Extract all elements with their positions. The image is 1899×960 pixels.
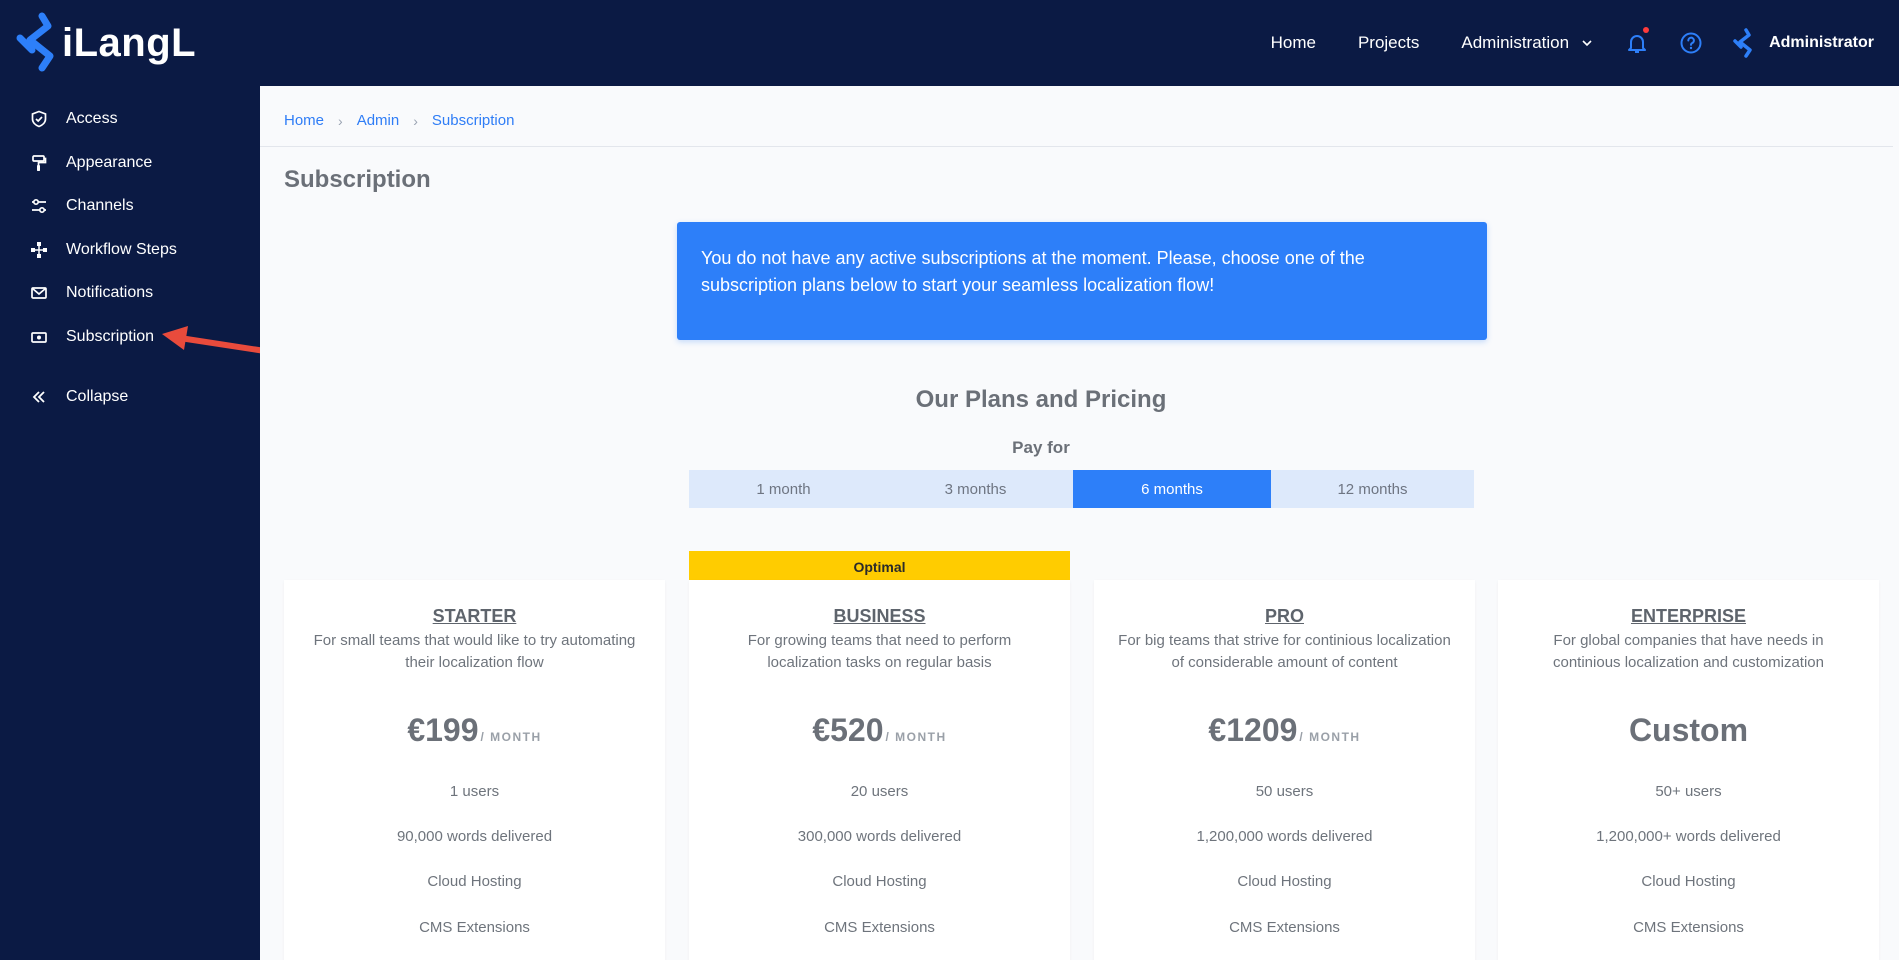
price-unit: / MONTH: [885, 730, 947, 744]
plan-words: 90,000 words delivered: [396, 828, 553, 845]
envelope-icon: [30, 284, 48, 302]
plan-words: 1,200,000+ words delivered: [1596, 828, 1781, 845]
plan-hosting: Cloud Hosting: [1641, 873, 1736, 890]
plan-cms: CMS Extensions: [1229, 919, 1340, 936]
sidebar-item-workflow-steps[interactable]: Workflow Steps: [30, 241, 177, 259]
plan-name[interactable]: PRO: [1094, 606, 1475, 627]
price-amount: €1209: [1208, 712, 1298, 748]
plan-card-enterprise[interactable]: ENTERPRISE For global companies that hav…: [1498, 580, 1879, 960]
sidebar-item-label: Notifications: [66, 284, 154, 301]
plan-hosting: Cloud Hosting: [427, 873, 522, 890]
price-amount: Custom: [1628, 712, 1749, 748]
period-tab-6-months[interactable]: 6 months: [1073, 470, 1271, 508]
top-navbar: iLangL Home Projects Administration Admi…: [0, 0, 1899, 86]
plan-cms: CMS Extensions: [824, 919, 935, 936]
plan-description: For growing teams that need to perform l…: [747, 632, 1012, 671]
chevron-down-icon: [1582, 40, 1592, 47]
plan-price: €1209 / MONTH: [1094, 712, 1475, 749]
plan-words: 1,200,000 words delivered: [1196, 828, 1373, 845]
plan-users: 50+ users: [1655, 783, 1722, 800]
optimal-badge: Optimal: [689, 551, 1070, 583]
sidebar-item-label: Workflow Steps: [66, 241, 177, 258]
user-logo-icon: [1733, 28, 1752, 58]
nav-projects[interactable]: Projects: [1358, 33, 1419, 53]
plan-words: 300,000 words delivered: [797, 828, 962, 845]
plan-hosting: Cloud Hosting: [1237, 873, 1332, 890]
plan-users: 50 users: [1255, 783, 1314, 800]
plan-users: 1 users: [449, 783, 500, 800]
user-name: Administrator: [1769, 34, 1874, 51]
sidebar-item-label: Subscription: [66, 328, 155, 345]
plan-card-business[interactable]: BUSINESS For growing teams that need to …: [689, 580, 1070, 960]
plan-price: Custom: [1498, 712, 1879, 749]
sidebar: Access Appearance Channels Workflow Step…: [0, 86, 260, 960]
plan-users: 20 users: [850, 783, 909, 800]
help-icon[interactable]: [1677, 29, 1705, 57]
sidebar-item-label: Appearance: [66, 154, 153, 171]
plan-card-starter[interactable]: STARTER For small teams that would like …: [284, 580, 665, 960]
price-unit: / MONTH: [1299, 730, 1361, 744]
paint-roller-icon: [30, 154, 48, 172]
flow-icon: [30, 241, 48, 259]
bell-icon[interactable]: [1623, 27, 1651, 57]
main-content: Home › Admin › Subscription Subscription…: [260, 86, 1899, 960]
nav-administration-dropdown[interactable]: Administration: [1461, 33, 1593, 53]
period-tab-3-months[interactable]: 3 months: [878, 470, 1073, 508]
sidebar-item-label: Access: [66, 110, 118, 127]
period-tab-12-months[interactable]: 12 months: [1271, 470, 1474, 508]
price-unit: / MONTH: [480, 730, 542, 744]
sidebar-item-access[interactable]: Access: [30, 110, 118, 128]
pay-for-label: Pay for: [1012, 438, 1070, 457]
nav-administration-label: Administration: [1461, 33, 1570, 52]
top-nav-links: Home Projects Administration Administrat…: [1271, 0, 1899, 86]
plan-name[interactable]: BUSINESS: [689, 606, 1070, 627]
plans-title: Our Plans and Pricing: [915, 386, 1167, 413]
plan-description: For global companies that have needs in …: [1553, 632, 1824, 671]
breadcrumb-separator-icon: ›: [413, 112, 418, 129]
breadcrumb-admin[interactable]: Admin: [357, 112, 400, 129]
user-menu[interactable]: Administrator: [1731, 28, 1874, 58]
sidebar-collapse-button[interactable]: Collapse: [30, 388, 128, 406]
plan-price: €520 / MONTH: [689, 712, 1070, 749]
breadcrumb: Home › Admin › Subscription: [284, 112, 514, 129]
plan-hosting: Cloud Hosting: [832, 873, 927, 890]
page-title: Subscription: [284, 166, 431, 193]
no-subscription-alert: You do not have any active subscriptions…: [677, 222, 1487, 340]
plan-name[interactable]: ENTERPRISE: [1498, 606, 1879, 627]
sidebar-item-label: Channels: [66, 197, 134, 214]
breadcrumb-subscription[interactable]: Subscription: [432, 112, 515, 129]
sidebar-item-notifications[interactable]: Notifications: [30, 284, 153, 302]
sidebar-item-channels[interactable]: Channels: [30, 197, 134, 215]
plan-description: For small teams that would like to try a…: [313, 632, 636, 671]
logo-text: iLangL: [62, 20, 197, 65]
sidebar-item-subscription[interactable]: Subscription: [30, 328, 154, 346]
plan-price: €199 / MONTH: [284, 712, 665, 749]
sidebar-collapse-label: Collapse: [66, 388, 129, 405]
alert-text: You do not have any active subscriptions…: [701, 248, 1365, 295]
double-chevron-left-icon: [30, 388, 48, 406]
plan-cms: CMS Extensions: [419, 919, 530, 936]
price-amount: €520: [812, 712, 884, 748]
plan-description: For big teams that strive for continious…: [1118, 632, 1451, 671]
shield-check-icon: [30, 110, 48, 128]
breadcrumb-separator-icon: ›: [338, 112, 343, 129]
plan-name[interactable]: STARTER: [284, 606, 665, 627]
sliders-icon: [30, 197, 48, 215]
nav-home[interactable]: Home: [1271, 33, 1316, 53]
period-tab-1-month[interactable]: 1 month: [689, 470, 878, 508]
divider: [260, 146, 1893, 147]
plan-card-pro[interactable]: PRO For big teams that strive for contin…: [1094, 580, 1475, 960]
sidebar-item-appearance[interactable]: Appearance: [30, 154, 152, 172]
breadcrumb-home[interactable]: Home: [284, 112, 324, 129]
money-icon: [30, 328, 48, 346]
billing-period-tabs: 1 month 3 months 6 months 12 months: [689, 470, 1474, 508]
logo-mark-icon: [16, 12, 54, 72]
plan-cms: CMS Extensions: [1633, 919, 1744, 936]
price-amount: €199: [407, 712, 479, 748]
logo[interactable]: iLangL: [12, 12, 196, 74]
